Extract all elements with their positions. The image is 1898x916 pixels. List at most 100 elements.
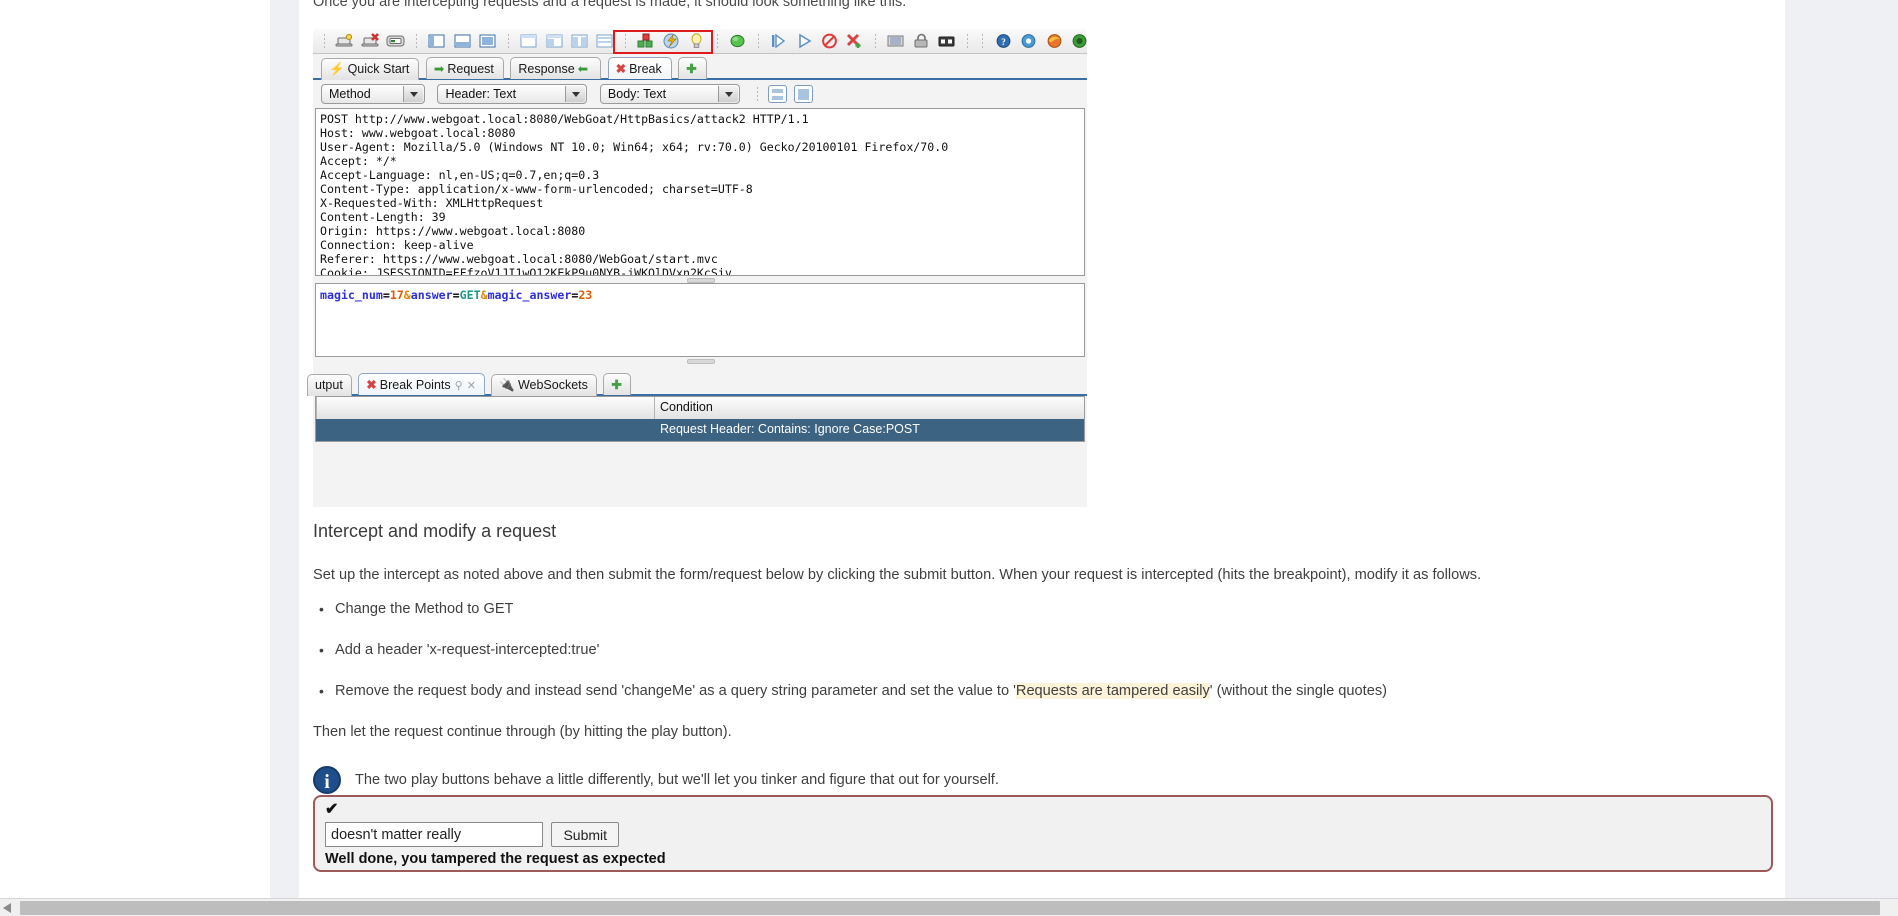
session-delete-icon[interactable] — [361, 32, 380, 50]
truncated-intro-line: Once you are intercepting requests and a… — [313, 0, 1413, 12]
pin-icon[interactable]: ⚲ — [455, 380, 463, 392]
lock-icon[interactable] — [912, 32, 931, 50]
request-header-line: Host: www.webgoat.local:8080 — [320, 126, 1084, 140]
method-select[interactable]: Method — [321, 84, 425, 104]
column-divider — [654, 397, 655, 419]
chrome-icon[interactable] — [1019, 32, 1038, 50]
zap-tab-label: Quick Start — [348, 62, 410, 76]
single-view-icon[interactable] — [794, 85, 813, 103]
assignment-result-text: Well done, you tampered the request as e… — [325, 851, 1761, 867]
zap-tab-quick-start[interactable]: ⚡Quick Start — [321, 58, 419, 80]
encode-icon[interactable] — [937, 32, 956, 50]
zap-tab-strip: ⚡Quick Start ➡Request Response⬅ ✖Break ✚ — [313, 54, 1087, 80]
zap-bottom-tab-break-points[interactable]: ✖ Break Points ⚲ ✕ — [358, 373, 485, 395]
body-token: magic_answer — [488, 288, 572, 302]
column-header-condition[interactable]: Condition — [660, 400, 713, 414]
layout-full-icon[interactable] — [478, 32, 497, 50]
zap-tab-add[interactable]: ✚ — [678, 57, 706, 79]
toolbar-separator — [416, 34, 417, 49]
toolbar-separator — [982, 34, 983, 49]
scroll-left-arrow-icon[interactable] — [3, 903, 11, 913]
play-icon[interactable] — [795, 32, 814, 50]
zap-bottom-tab-label: Break Points — [380, 378, 451, 392]
zap-tab-label: Request — [447, 62, 494, 76]
submit-button[interactable]: Submit — [551, 822, 619, 847]
intro-paragraph: Set up the intercept as noted above and … — [313, 565, 1773, 585]
toolbar-separator — [967, 34, 968, 49]
breakpoints-table: Condition Request Header: Contains: Igno… — [315, 396, 1085, 442]
request-header-line: Accept: */* — [320, 154, 1084, 168]
zap-bottom-tab-output[interactable]: utput — [307, 374, 352, 396]
highlighted-value: Requests are tampered easily — [1016, 683, 1210, 699]
panel-split-icon[interactable] — [545, 32, 564, 50]
zap-tab-break[interactable]: ✖Break — [608, 57, 672, 79]
body-token: answer — [411, 288, 453, 302]
request-header-line: User-Agent: Mozilla/5.0 (Windows NT 10.0… — [320, 140, 1084, 154]
pane-splitter[interactable] — [313, 276, 1087, 283]
request-header-line: Content-Type: application/x-www-form-url… — [320, 182, 1084, 196]
zap-tab-label: Break — [629, 62, 662, 76]
browser-green-icon[interactable] — [1070, 32, 1089, 50]
step-text: Remove the request body and instead send… — [335, 683, 1016, 699]
success-check-icon: ✔ — [325, 803, 1761, 817]
session-properties-icon[interactable] — [386, 32, 405, 50]
table-row[interactable]: Request Header: Contains: Ignore Case:PO… — [316, 419, 1084, 441]
zap-toolbar: ? — [313, 29, 1087, 54]
layout-bottom-icon[interactable] — [453, 32, 472, 50]
breakpoint-condition-cell: Request Header: Contains: Ignore Case:PO… — [660, 422, 920, 436]
session-new-icon[interactable] — [335, 32, 354, 50]
bottom-splitter[interactable] — [313, 357, 1087, 364]
help-icon[interactable]: ? — [994, 32, 1013, 50]
column-divider — [316, 397, 317, 419]
layout-left-icon[interactable] — [427, 32, 446, 50]
zap-break-controls: Method Header: Text Body: Text — [313, 80, 1087, 108]
toolbar-separator — [717, 34, 718, 49]
page-horizontal-scrollbar[interactable] — [0, 898, 1898, 916]
mode-green-icon[interactable] — [728, 32, 747, 50]
step-text: Add a header 'x-request-intercepted:true… — [335, 642, 599, 658]
chevron-down-icon — [565, 86, 585, 102]
lightning-icon: ⚡ — [329, 62, 345, 76]
arrow-right-icon: ➡ — [434, 62, 444, 76]
play-controls-highlight-box — [613, 30, 713, 54]
zap-screenshot: ? ⚡Quick Start ➡Request — [313, 29, 1087, 507]
panel-rows-icon[interactable] — [595, 32, 614, 50]
hex-icon[interactable] — [886, 32, 905, 50]
toolbar-separator — [875, 34, 876, 49]
panel-columns-icon[interactable] — [570, 32, 589, 50]
firefox-icon[interactable] — [1045, 32, 1064, 50]
drop-icon[interactable] — [820, 32, 839, 50]
info-note-text: The two play buttons behave a little dif… — [355, 766, 1773, 794]
plus-icon: ✚ — [686, 62, 696, 76]
body-token: & — [481, 288, 488, 302]
page-root: Once you are intercepting requests and a… — [0, 0, 1898, 916]
page-title: Intercept and modify a request — [313, 519, 1773, 543]
request-header-line: Origin: https://www.webgoat.local:8080 — [320, 224, 1084, 238]
body-token: magic_num — [320, 288, 383, 302]
toolbar-separator — [758, 34, 759, 49]
scrollbar-thumb[interactable] — [20, 901, 1880, 915]
zap-bottom-tab-websockets[interactable]: 🔌WebSockets — [491, 374, 597, 396]
body-select-value: Body: Text — [608, 87, 666, 101]
request-header-line: X-Requested-With: XMLHttpRequest — [320, 196, 1084, 210]
request-headers-pane[interactable]: POST http://www.webgoat.local:8080/WebGo… — [315, 108, 1085, 276]
split-view-icon[interactable] — [768, 85, 787, 103]
header-select[interactable]: Header: Text — [437, 84, 587, 104]
zap-tab-response[interactable]: Response⬅ — [510, 57, 601, 79]
answer-input[interactable] — [325, 822, 543, 847]
zap-tab-request[interactable]: ➡Request — [426, 57, 504, 79]
list-item: Remove the request body and instead send… — [335, 681, 1773, 701]
request-body-pane[interactable]: magic_num=17&answer=GET&magic_answer=23 — [315, 283, 1085, 357]
step-icon[interactable] — [769, 32, 788, 50]
chevron-down-icon — [718, 86, 738, 102]
steps-list: Change the Method to GET Add a header 'x… — [313, 599, 1773, 701]
break-add-icon[interactable] — [845, 32, 864, 50]
close-icon[interactable]: ✕ — [467, 380, 476, 392]
zap-bottom-tab-add[interactable]: ✚ — [603, 373, 630, 395]
body-select[interactable]: Body: Text — [600, 84, 740, 104]
svg-text:?: ? — [1001, 37, 1006, 47]
body-token: & — [404, 288, 411, 302]
red-x-icon: ✖ — [366, 378, 376, 392]
toolbar-separator — [508, 34, 509, 49]
panel-single-icon[interactable] — [519, 32, 538, 50]
